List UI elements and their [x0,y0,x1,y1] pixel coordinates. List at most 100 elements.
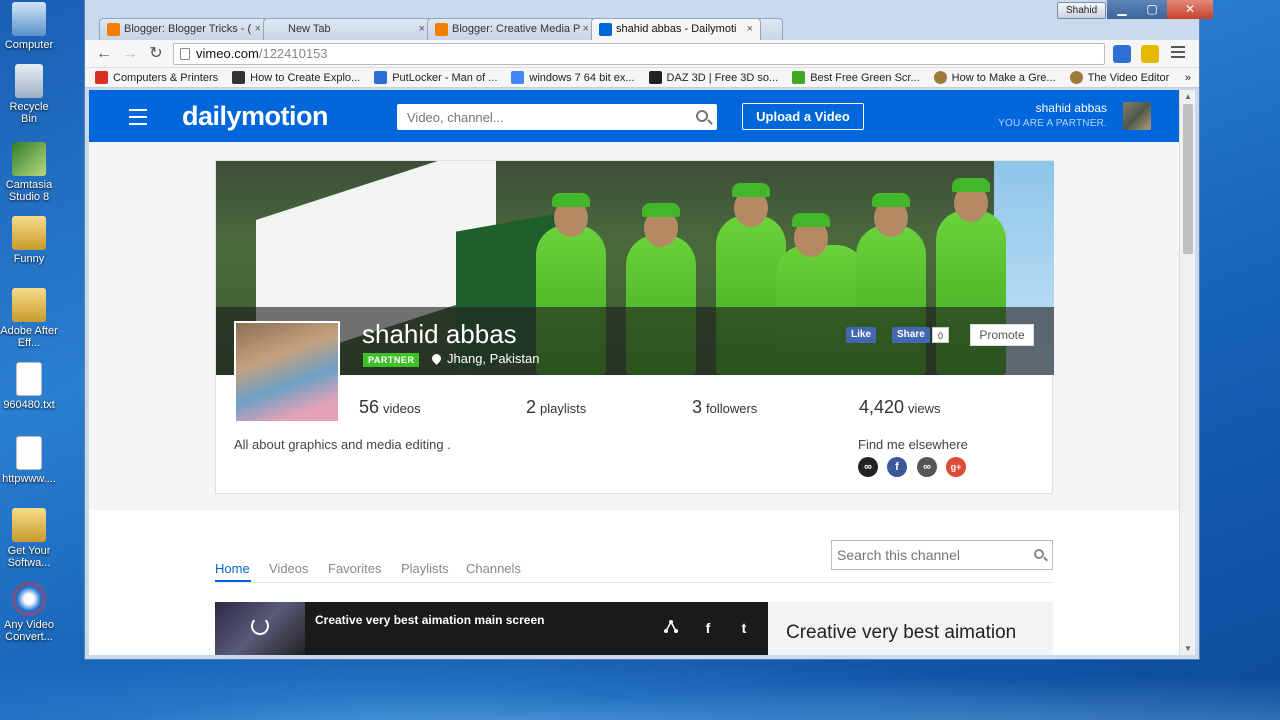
folder-icon [12,288,46,322]
bookmark-favicon [648,71,662,84]
desktop-icon-camtasia[interactable]: Camtasia Studio 8 [0,142,58,203]
bookmark-item[interactable]: Computers & Printers [95,68,218,87]
close-tab-icon[interactable]: × [419,19,425,40]
tab-videos[interactable]: Videos [269,561,309,576]
desktop-icon-recycle-bin[interactable]: Recycle Bin [0,64,58,125]
link-icon[interactable]: ∞ [858,457,878,477]
video-title[interactable]: Creative very best aimation main screen [315,613,544,627]
blogger-icon [107,23,120,36]
forward-button[interactable]: → [119,44,141,64]
bookmark-favicon [511,71,525,84]
scroll-down-arrow-icon[interactable]: ▼ [1184,644,1192,653]
bookmark-item[interactable]: Best Free Green Scr... [792,68,920,87]
extension-icon[interactable] [1113,45,1131,63]
bookmark-item[interactable]: windows 7 64 bit ex... [511,68,635,87]
desktop-icon-httpwww[interactable]: httpwww.... [0,436,58,485]
video-info-title[interactable]: Creative very best aimation [786,622,1016,644]
bookmark-item[interactable]: How to Make a Gre... [933,68,1056,87]
channel-section: Home Videos Favorites Playlists Channels… [89,510,1179,655]
folder-icon [12,216,46,250]
header-user-name[interactable]: shahid abbas [1036,101,1107,115]
close-window-button[interactable]: ✕ [1167,0,1213,19]
tab-blogger-creative-media[interactable]: Blogger: Creative Media P × [427,18,597,40]
bookmarks-overflow-button[interactable]: » [1185,68,1191,87]
header-user-role: YOU ARE A PARTNER. [998,118,1107,129]
facebook-icon[interactable]: f [698,618,718,638]
text-file-icon [16,362,42,396]
desktop-icon-funny[interactable]: Funny [0,216,58,265]
close-tab-icon[interactable]: × [255,19,261,40]
site-search [397,104,717,130]
reload-button[interactable]: ↻ [145,44,167,64]
page-icon [180,48,190,60]
facebook-like-button[interactable]: Like [846,327,877,343]
twitter-icon[interactable]: t [734,618,754,638]
video-thumbnail[interactable] [215,602,305,655]
tab-dailymotion[interactable]: shahid abbas - Dailymoti × [591,18,761,40]
stat-followers[interactable]: 3 followers [692,397,757,418]
search-icon[interactable] [1034,549,1044,559]
bookmark-item[interactable]: PutLocker - Man of ... [374,68,497,87]
browser-menu-button[interactable] [1171,46,1185,61]
upload-video-button[interactable]: Upload a Video [742,103,864,130]
address-bar[interactable]: vimeo.com/122410153 [173,43,1105,65]
url-path: /122410153 [258,46,328,61]
tab-favorites[interactable]: Favorites [328,561,381,576]
profile-card: shahid abbas PARTNER Jhang, Pakistan Lik… [215,160,1054,494]
browser-toolbar: ← → ↻ vimeo.com/122410153 [85,40,1199,68]
tab-home[interactable]: Home [215,561,250,576]
minimize-button[interactable]: ▁ [1107,0,1137,19]
close-tab-icon[interactable]: × [747,19,753,40]
bookmark-favicon [232,71,246,84]
profile-name: shahid abbas [362,319,517,349]
video-info-panel: Creative very best aimation [768,602,1053,655]
tab-channels[interactable]: Channels [466,561,521,576]
replay-icon[interactable] [251,617,269,635]
profile-picture [234,321,340,423]
search-icon[interactable] [696,110,708,122]
tab-playlists[interactable]: Playlists [401,561,449,576]
video-converter-icon [12,582,46,616]
tab-divider [215,582,1053,583]
avatar[interactable] [1123,102,1151,130]
close-tab-icon[interactable]: × [583,19,589,40]
site-search-input[interactable] [397,104,677,130]
tab-new-tab[interactable]: New Tab × [263,18,433,40]
stat-videos[interactable]: 56 videos [359,397,421,418]
tab-blogger-tricks[interactable]: Blogger: Blogger Tricks - ( × [99,18,269,40]
desktop-icon-any-video-converter[interactable]: Any Video Convert... [0,582,58,643]
scroll-up-arrow-icon[interactable]: ▲ [1184,92,1192,101]
featured-video-player[interactable]: Creative very best aimation main screen … [215,602,768,655]
facebook-share-button[interactable]: Share [892,327,930,343]
google-plus-icon[interactable]: g+ [946,457,966,477]
channel-search-input[interactable] [832,541,1022,569]
bookmark-item[interactable]: The Video Editor [1069,68,1169,87]
url-host: vimeo.com [196,46,259,61]
profile-about: All about graphics and media editing . [234,437,451,452]
page-scrollbar[interactable]: ▲ ▼ [1179,90,1195,655]
desktop-icon-get-software[interactable]: Get Your Softwa... [0,508,58,569]
desktop-icon-computer[interactable]: Computer [0,2,58,51]
page-viewport: dailymotion Upload a Video shahid abbas … [89,90,1179,655]
stat-playlists[interactable]: 2 playlists [526,397,586,418]
computer-icon [12,2,46,36]
profile-badge[interactable]: Shahid [1057,2,1107,19]
share-network-icon[interactable] [661,618,681,638]
scrollbar-thumb[interactable] [1183,104,1193,254]
desktop-icon-after-effects[interactable]: Adobe After Eff... [0,288,58,349]
hamburger-menu-icon[interactable] [129,109,147,130]
partner-badge: PARTNER [363,353,420,367]
desktop-icon-960480[interactable]: 960480.txt [0,362,58,411]
promote-button[interactable]: Promote [970,324,1034,346]
location-pin-icon [430,352,443,365]
bookmark-favicon [374,71,388,84]
extension-icon[interactable] [1141,45,1159,63]
link-icon[interactable]: ∞ [917,457,937,477]
bookmark-item[interactable]: DAZ 3D | Free 3D so... [648,68,778,87]
dailymotion-logo[interactable]: dailymotion [182,101,329,132]
folder-icon [12,508,46,542]
bookmark-item[interactable]: How to Create Explo... [232,68,360,87]
back-button[interactable]: ← [93,44,115,64]
maximize-button[interactable]: ▢ [1137,0,1167,19]
facebook-icon[interactable]: f [887,457,907,477]
